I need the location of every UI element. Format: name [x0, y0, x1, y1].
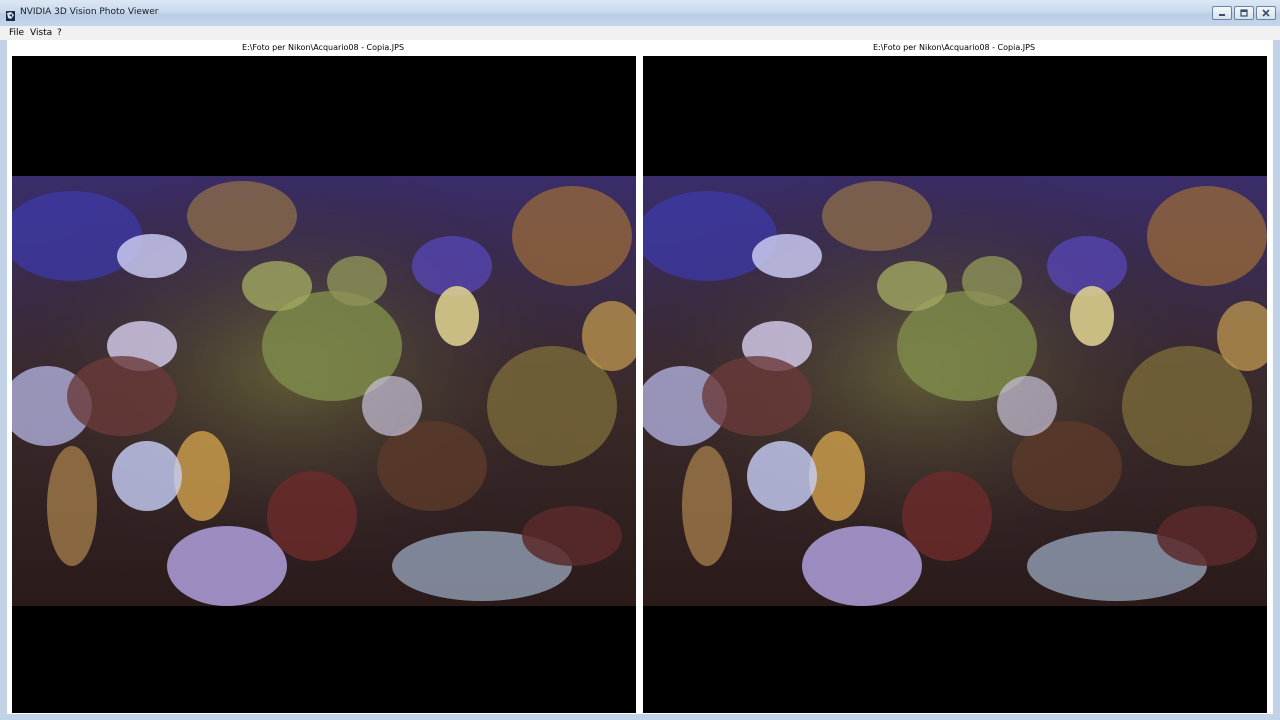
menu-vista[interactable]: Vista	[30, 28, 52, 38]
minimize-icon[interactable]	[1212, 6, 1232, 20]
nvidia-3d-vision-icon	[5, 7, 16, 21]
coral-reef-photo-left	[12, 176, 636, 606]
left-pane-filename: E:\Foto per Nikon\Acquario08 - Copia.JPS	[241, 43, 405, 52]
window-frame-left	[0, 40, 7, 720]
left-eye-image-pane[interactable]	[12, 56, 636, 713]
maximize-icon[interactable]	[1234, 6, 1254, 20]
window-frame-right	[1273, 40, 1280, 720]
window-frame-bottom	[0, 714, 1280, 720]
close-icon[interactable]	[1256, 6, 1276, 20]
menu-file[interactable]: File	[9, 28, 24, 38]
coral-reef-photo-right	[643, 176, 1267, 606]
window-controls	[1212, 6, 1276, 20]
right-pane-filename: E:\Foto per Nikon\Acquario08 - Copia.JPS	[872, 43, 1036, 52]
menu-bar: File Vista ?	[0, 26, 1280, 40]
title-bar[interactable]: NVIDIA 3D Vision Photo Viewer	[0, 0, 1280, 26]
menu-help[interactable]: ?	[57, 28, 62, 38]
window-title: NVIDIA 3D Vision Photo Viewer	[20, 7, 159, 17]
right-eye-image-pane[interactable]	[643, 56, 1267, 713]
